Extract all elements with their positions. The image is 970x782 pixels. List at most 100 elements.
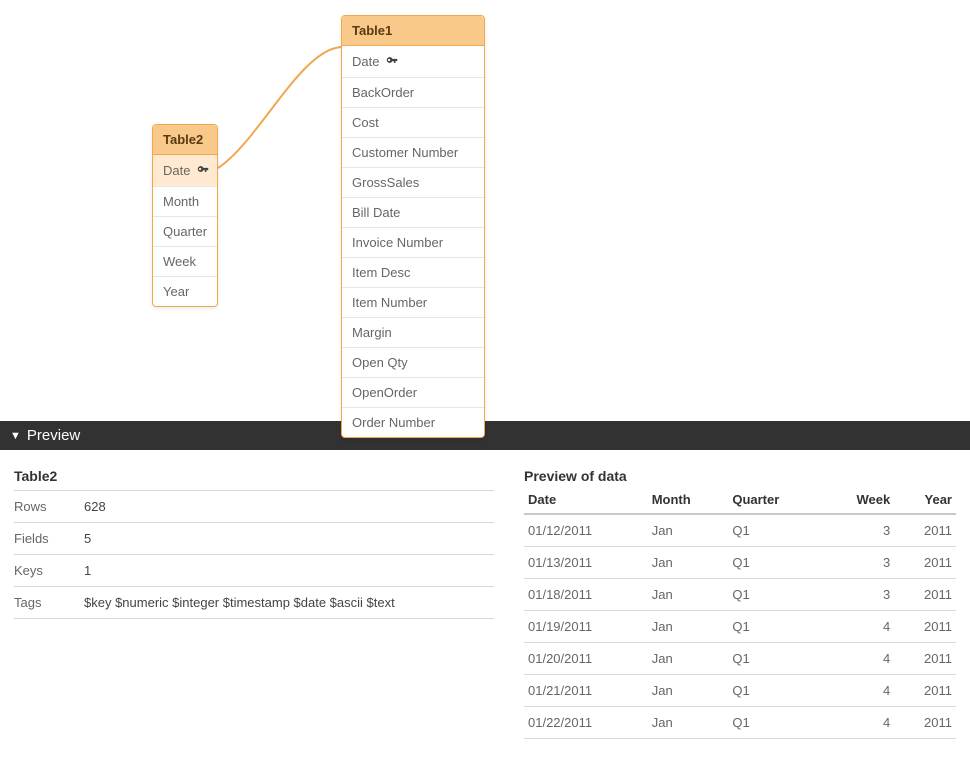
cell: 2011 [894, 514, 956, 547]
cell: 01/20/2011 [524, 643, 648, 675]
table-row[interactable]: 01/13/2011 Jan Q1 3 2011 [524, 547, 956, 579]
table-card-table1[interactable]: Table1 Date BackOrder Cost Customer Numb… [341, 15, 485, 438]
cell: 2011 [894, 611, 956, 643]
field-label: Year [163, 284, 189, 299]
metadata-row-keys: Keys 1 [14, 554, 494, 586]
cell: 4 [823, 707, 895, 739]
preview-panel-header[interactable]: ▼ Preview [0, 421, 970, 450]
table-field[interactable]: Date [153, 155, 217, 187]
table-field[interactable]: Customer Number [342, 138, 484, 168]
field-label: BackOrder [352, 85, 414, 100]
col-header[interactable]: Quarter [728, 486, 822, 514]
preview-panel-body: Table2 Rows 628 Fields 5 Keys 1 Tags $ke… [0, 450, 970, 739]
cell: 01/22/2011 [524, 707, 648, 739]
cell: 4 [823, 675, 895, 707]
cell: Jan [648, 643, 729, 675]
metadata-row-fields: Fields 5 [14, 522, 494, 554]
table-field[interactable]: Margin [342, 318, 484, 348]
cell: 2011 [894, 707, 956, 739]
col-header[interactable]: Month [648, 486, 729, 514]
cell: Jan [648, 611, 729, 643]
metadata-row-rows: Rows 628 [14, 490, 494, 522]
cell: Q1 [728, 707, 822, 739]
table-header[interactable]: Table2 [153, 125, 217, 155]
table-field[interactable]: Order Number [342, 408, 484, 437]
data-model-canvas[interactable]: Table1 Date BackOrder Cost Customer Numb… [0, 0, 970, 421]
cell: 3 [823, 547, 895, 579]
field-label: Week [163, 254, 196, 269]
data-preview-title: Preview of data [524, 468, 956, 486]
table-field[interactable]: Item Number [342, 288, 484, 318]
collapse-triangle-icon: ▼ [10, 430, 21, 442]
cell: 4 [823, 611, 895, 643]
col-header[interactable]: Date [524, 486, 648, 514]
cell: Jan [648, 514, 729, 547]
cell: 2011 [894, 579, 956, 611]
field-label: Date [352, 54, 379, 69]
metadata-value: 1 [84, 563, 91, 578]
table-field[interactable]: Cost [342, 108, 484, 138]
table-row[interactable]: 01/12/2011 Jan Q1 3 2011 [524, 514, 956, 547]
table-field[interactable]: Invoice Number [342, 228, 484, 258]
table-field[interactable]: BackOrder [342, 78, 484, 108]
table-title: Table1 [352, 23, 392, 38]
cell: 01/18/2011 [524, 579, 648, 611]
field-label: Bill Date [352, 205, 400, 220]
field-label: Invoice Number [352, 235, 443, 250]
metadata-title: Table2 [14, 468, 494, 490]
table-field[interactable]: Month [153, 187, 217, 217]
table-header[interactable]: Table1 [342, 16, 484, 46]
data-preview: Preview of data Date Month Quarter Week … [524, 468, 956, 739]
table-header-row: Date Month Quarter Week Year [524, 486, 956, 514]
key-icon [196, 162, 210, 179]
metadata-key: Fields [14, 531, 84, 546]
cell: 3 [823, 514, 895, 547]
metadata-value: $key $numeric $integer $timestamp $date … [84, 595, 395, 610]
cell: Jan [648, 707, 729, 739]
cell: Q1 [728, 547, 822, 579]
table-field[interactable]: OpenOrder [342, 378, 484, 408]
field-label: Margin [352, 325, 392, 340]
cell: Q1 [728, 514, 822, 547]
metadata-key: Rows [14, 499, 84, 514]
field-label: Item Number [352, 295, 427, 310]
table-row[interactable]: 01/18/2011 Jan Q1 3 2011 [524, 579, 956, 611]
table-field[interactable]: Open Qty [342, 348, 484, 378]
col-header[interactable]: Year [894, 486, 956, 514]
field-label: Quarter [163, 224, 207, 239]
cell: 01/13/2011 [524, 547, 648, 579]
cell: 2011 [894, 675, 956, 707]
field-label: Order Number [352, 415, 435, 430]
cell: Jan [648, 675, 729, 707]
table-title: Table2 [163, 132, 203, 147]
cell: 01/12/2011 [524, 514, 648, 547]
metadata-row-tags: Tags $key $numeric $integer $timestamp $… [14, 586, 494, 619]
table-field[interactable]: Week [153, 247, 217, 277]
table-row[interactable]: 01/22/2011 Jan Q1 4 2011 [524, 707, 956, 739]
table-row[interactable]: 01/20/2011 Jan Q1 4 2011 [524, 643, 956, 675]
metadata-key: Tags [14, 595, 84, 610]
table-field[interactable]: GrossSales [342, 168, 484, 198]
field-label: Open Qty [352, 355, 408, 370]
relationship-connector [0, 0, 970, 421]
table-card-table2[interactable]: Table2 Date Month Quarter Week Year [152, 124, 218, 307]
cell: 4 [823, 643, 895, 675]
field-label: Date [163, 163, 190, 178]
field-label: Month [163, 194, 199, 209]
table-field[interactable]: Quarter [153, 217, 217, 247]
field-label: Item Desc [352, 265, 411, 280]
table-field[interactable]: Year [153, 277, 217, 306]
table-row[interactable]: 01/19/2011 Jan Q1 4 2011 [524, 611, 956, 643]
field-label: Customer Number [352, 145, 458, 160]
col-header[interactable]: Week [823, 486, 895, 514]
table-field[interactable]: Bill Date [342, 198, 484, 228]
cell: 01/19/2011 [524, 611, 648, 643]
table-row[interactable]: 01/21/2011 Jan Q1 4 2011 [524, 675, 956, 707]
cell: 01/21/2011 [524, 675, 648, 707]
table-field[interactable]: Item Desc [342, 258, 484, 288]
preview-label: Preview [27, 427, 80, 444]
cell: Q1 [728, 611, 822, 643]
cell: Q1 [728, 643, 822, 675]
key-icon [385, 53, 399, 70]
table-field[interactable]: Date [342, 46, 484, 78]
